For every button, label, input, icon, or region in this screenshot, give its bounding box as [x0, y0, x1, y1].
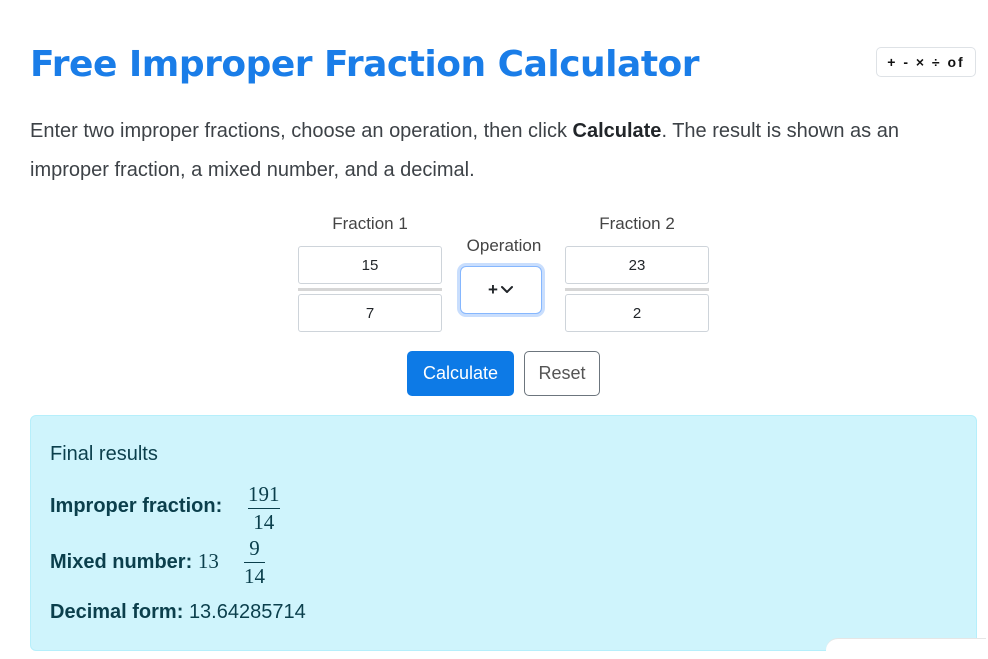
mixed-whole: 13	[197, 549, 219, 573]
fraction1-denominator-input[interactable]	[298, 294, 442, 332]
fraction1-bar	[298, 288, 442, 291]
fraction2-numerator-input[interactable]	[565, 246, 709, 284]
mixed-number-row: Mixed number: 13	[50, 549, 219, 574]
decimal-label: Decimal form:	[50, 601, 184, 623]
fraction-line	[244, 562, 265, 563]
improper-fraction-label: Improper fraction:	[50, 495, 223, 517]
calculate-button[interactable]: Calculate	[407, 351, 514, 396]
results-panel: Final results Improper fraction: 191 14 …	[30, 415, 977, 651]
mixed-number-label: Mixed number:	[50, 551, 193, 573]
results-title: Final results	[50, 443, 158, 465]
improper-fraction-value: 191 14	[248, 483, 280, 533]
fraction1-numerator-input[interactable]	[298, 246, 442, 284]
chevron-down-icon	[500, 286, 513, 293]
operation-selected-value: +	[488, 280, 498, 299]
improper-denominator: 14	[253, 510, 275, 534]
operation-label: Operation	[466, 236, 542, 255]
intro-text: Enter two improper fractions, choose an …	[30, 112, 965, 190]
fraction-line	[248, 508, 280, 509]
improper-fraction-row: Improper fraction:	[50, 495, 222, 518]
fraction2-label: Fraction 2	[599, 214, 675, 233]
decimal-row: Decimal form: 13.64285714	[50, 601, 306, 624]
fraction1-label: Fraction 1	[332, 214, 408, 233]
mixed-numerator: 9	[249, 536, 260, 560]
operations-badge: + - × ÷ of	[876, 47, 976, 77]
mixed-denominator: 14	[244, 564, 265, 588]
page-title: Free Improper Fraction Calculator	[30, 44, 700, 85]
fraction2-bar	[565, 288, 709, 291]
decimal-value: 13.64285714	[188, 601, 306, 623]
improper-numerator: 191	[248, 482, 280, 506]
intro-text-part1: Enter two improper fractions, choose an …	[30, 120, 573, 142]
fraction2-denominator-input[interactable]	[565, 294, 709, 332]
intro-text-bold: Calculate	[572, 120, 662, 142]
reset-button[interactable]: Reset	[524, 351, 600, 396]
operation-select[interactable]: +	[460, 266, 542, 314]
corner-widget-edge	[826, 638, 986, 659]
mixed-fraction-value: 9 14	[244, 537, 265, 587]
